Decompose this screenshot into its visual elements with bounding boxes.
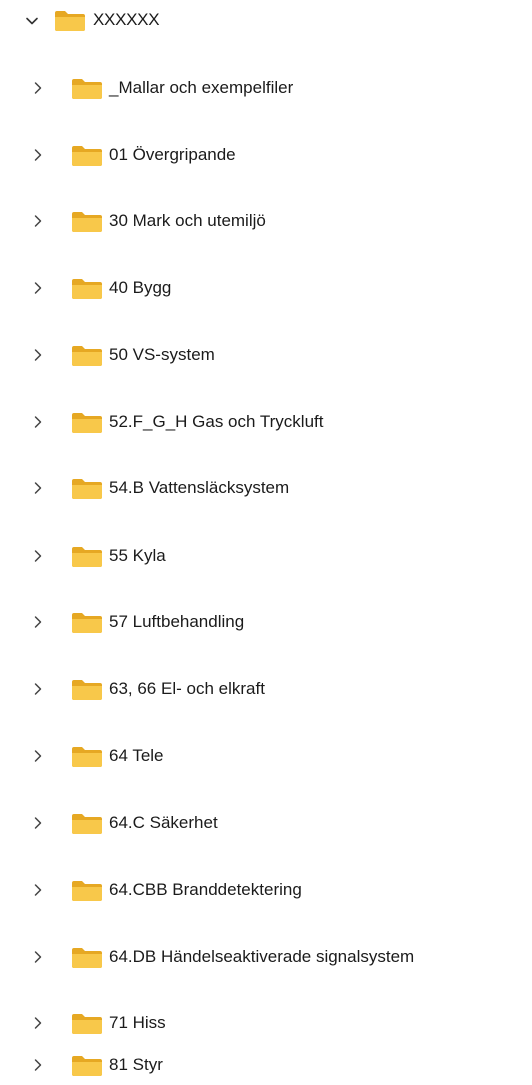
folder-icon — [72, 613, 102, 633]
folder-icon — [72, 212, 102, 232]
folder-icon — [72, 1056, 102, 1076]
folder-icon — [55, 11, 85, 31]
chevron-right-icon[interactable] — [30, 815, 46, 831]
chevron-right-icon[interactable] — [30, 280, 46, 296]
folder-tree: XXXXXX _Mallar och exempelfiler 01 Övergr… — [0, 0, 532, 1076]
tree-item-label: 52.F_G_H Gas och Tryckluft — [109, 412, 324, 431]
tree-item-label: 55 Kyla — [109, 546, 166, 565]
tree-item[interactable]: 81 Styr — [0, 1045, 532, 1085]
tree-item[interactable]: 71 Hiss — [0, 1003, 532, 1043]
chevron-right-icon[interactable] — [30, 949, 46, 965]
chevron-right-icon[interactable] — [30, 80, 46, 96]
tree-item-label: XXXXXX — [93, 10, 160, 29]
tree-item[interactable]: 54.B Vattensläcksystem — [0, 468, 532, 508]
tree-item-label: 64.DB Händelseaktiverade signalsystem — [109, 947, 415, 966]
tree-item[interactable]: 64.DB Händelseaktiverade signalsystem — [0, 937, 532, 977]
tree-item[interactable]: 50 VS-system — [0, 335, 532, 375]
tree-item-label: 50 VS-system — [109, 345, 215, 364]
chevron-right-icon[interactable] — [30, 614, 46, 630]
chevron-right-icon[interactable] — [30, 147, 46, 163]
tree-item[interactable]: 40 Bygg — [0, 268, 532, 308]
chevron-right-icon[interactable] — [30, 414, 46, 430]
folder-icon — [72, 814, 102, 834]
tree-item-label: 40 Bygg — [109, 278, 172, 297]
chevron-right-icon[interactable] — [30, 1057, 46, 1073]
chevron-right-icon[interactable] — [30, 882, 46, 898]
tree-item-root[interactable]: XXXXXX — [0, 0, 532, 40]
chevron-right-icon[interactable] — [30, 548, 46, 564]
folder-icon — [72, 1014, 102, 1034]
tree-item[interactable]: 01 Övergripande — [0, 135, 532, 175]
tree-item[interactable]: 57 Luftbehandling — [0, 602, 532, 642]
folder-icon — [72, 747, 102, 767]
tree-item[interactable]: 63, 66 El- och elkraft — [0, 669, 532, 709]
tree-item[interactable]: 64.CBB Branddetektering — [0, 870, 532, 910]
tree-item[interactable]: 64.C Säkerhet — [0, 803, 532, 843]
chevron-right-icon[interactable] — [30, 681, 46, 697]
folder-icon — [72, 948, 102, 968]
folder-icon — [72, 146, 102, 166]
tree-item-label: 71 Hiss — [109, 1013, 166, 1032]
tree-item-label: _Mallar och exempelfiler — [109, 78, 294, 97]
chevron-right-icon[interactable] — [30, 748, 46, 764]
tree-item[interactable]: 55 Kyla — [0, 536, 532, 576]
folder-icon — [72, 413, 102, 433]
chevron-down-icon[interactable] — [24, 13, 40, 29]
tree-item[interactable]: 30 Mark och utemiljö — [0, 201, 532, 241]
tree-item-label: 54.B Vattensläcksystem — [109, 478, 290, 497]
folder-icon — [72, 479, 102, 499]
folder-icon — [72, 79, 102, 99]
tree-item-label: 64.CBB Branddetektering — [109, 880, 302, 899]
folder-icon — [72, 680, 102, 700]
folder-icon — [72, 547, 102, 567]
tree-item-label: 57 Luftbehandling — [109, 612, 245, 631]
tree-item-label: 30 Mark och utemiljö — [109, 211, 266, 230]
folder-icon — [72, 279, 102, 299]
tree-item-label: 63, 66 El- och elkraft — [109, 679, 265, 698]
chevron-right-icon[interactable] — [30, 347, 46, 363]
folder-icon — [72, 346, 102, 366]
tree-item-label: 64.C Säkerhet — [109, 813, 218, 832]
chevron-right-icon[interactable] — [30, 1015, 46, 1031]
folder-icon — [72, 881, 102, 901]
chevron-right-icon[interactable] — [30, 480, 46, 496]
tree-item-label: 01 Övergripande — [109, 145, 236, 164]
tree-item[interactable]: 64 Tele — [0, 736, 532, 776]
tree-item[interactable]: 52.F_G_H Gas och Tryckluft — [0, 402, 532, 442]
tree-item-label: 64 Tele — [109, 746, 164, 765]
chevron-right-icon[interactable] — [30, 213, 46, 229]
tree-item-label: 81 Styr — [109, 1055, 163, 1074]
tree-item[interactable]: _Mallar och exempelfiler — [0, 68, 532, 108]
